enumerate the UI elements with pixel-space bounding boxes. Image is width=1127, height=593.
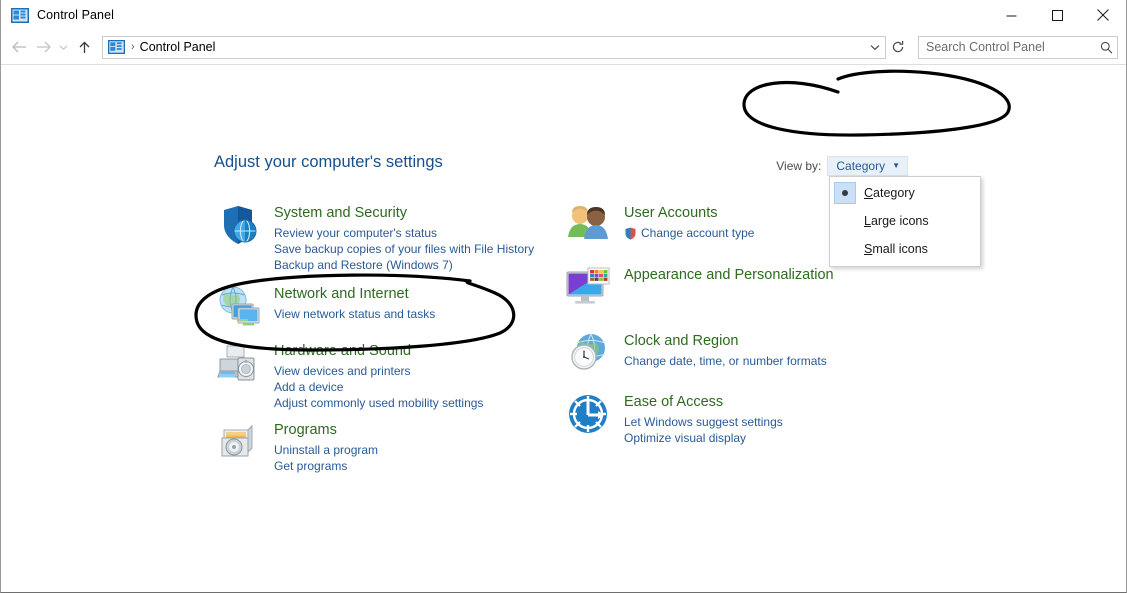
radio-empty-icon: [834, 210, 856, 232]
program-disc-icon: [214, 418, 262, 466]
navigation-bar: › Control Panel: [1, 30, 1126, 64]
category-title[interactable]: Appearance and Personalization: [624, 266, 834, 285]
search-box[interactable]: [918, 35, 1118, 59]
category-system-and-security: System and Security Review your computer…: [214, 201, 544, 273]
forward-arrow-icon[interactable]: [31, 35, 55, 59]
category-body: Network and Internet View network status…: [274, 282, 435, 322]
view-by-dropdown-menu[interactable]: Category Large icons Small icons: [829, 176, 981, 267]
category-title[interactable]: User Accounts: [624, 204, 754, 223]
search-input[interactable]: [919, 40, 1095, 54]
category-body: Ease of Access Let Windows suggest setti…: [624, 390, 783, 446]
category-link-text: Change account type: [641, 226, 755, 240]
category-body: Clock and Region Change date, time, or n…: [624, 329, 827, 369]
category-title[interactable]: Clock and Region: [624, 332, 827, 351]
view-by-control: View by: Category ▼: [776, 156, 908, 176]
category-link[interactable]: Adjust commonly used mobility settings: [274, 395, 483, 411]
breadcrumb-control-panel[interactable]: Control Panel: [140, 40, 216, 54]
close-icon[interactable]: [1080, 0, 1126, 30]
category-link[interactable]: Review your computer's status: [274, 225, 534, 241]
view-by-option-category[interactable]: Category: [830, 179, 980, 207]
up-arrow-icon[interactable]: [72, 35, 96, 59]
window-title: Control Panel: [37, 8, 115, 22]
radio-selected-icon: [834, 182, 856, 204]
view-by-option-large-icons[interactable]: Large icons: [830, 207, 980, 235]
address-bar-controls: [864, 37, 885, 58]
view-by-button[interactable]: Category ▼: [827, 156, 908, 176]
category-title[interactable]: Programs: [274, 421, 378, 440]
control-panel-icon: [108, 40, 125, 54]
view-by-option-small-icons[interactable]: Small icons: [830, 235, 980, 263]
category-link[interactable]: View network status and tasks: [274, 306, 435, 322]
view-by-value: Category: [836, 159, 886, 173]
recent-locations-chevron-icon[interactable]: [55, 35, 72, 59]
category-hardware-and-sound: Hardware and Sound View devices and prin…: [214, 339, 544, 411]
chevron-down-icon: ▼: [892, 161, 900, 170]
maximize-icon[interactable]: [1034, 0, 1080, 30]
refresh-icon[interactable]: [886, 35, 910, 59]
ease-of-access-icon: [564, 390, 612, 438]
category-link[interactable]: Uninstall a program: [274, 442, 378, 458]
view-by-option-label: Small icons: [864, 242, 928, 256]
category-title[interactable]: Ease of Access: [624, 393, 783, 412]
category-programs: Programs Uninstall a program Get program…: [214, 418, 544, 474]
view-by-option-label: Large icons: [864, 214, 929, 228]
category-body: User Accounts Change account type: [624, 201, 754, 241]
category-body: Programs Uninstall a program Get program…: [274, 418, 378, 474]
category-link[interactable]: View devices and printers: [274, 363, 483, 379]
chevron-down-icon[interactable]: [864, 37, 885, 58]
globe-clock-icon: [564, 329, 612, 377]
content-area: Adjust your computer's settings View by:…: [1, 65, 1126, 592]
back-arrow-icon[interactable]: [7, 35, 31, 59]
category-link[interactable]: Change date, time, or number formats: [624, 353, 827, 369]
category-clock-and-region: Clock and Region Change date, time, or n…: [564, 329, 894, 377]
category-appearance-and-personalization: Appearance and Personalization: [564, 263, 894, 311]
minimize-icon[interactable]: [988, 0, 1034, 30]
control-panel-icon: [11, 7, 29, 23]
category-body: System and Security Review your computer…: [274, 201, 534, 273]
category-network-and-internet: Network and Internet View network status…: [214, 282, 544, 330]
category-title[interactable]: System and Security: [274, 204, 534, 223]
category-body: Appearance and Personalization: [624, 263, 834, 287]
control-panel-window: Control Panel › Control Panel Search Con…: [0, 0, 1127, 593]
caption-button-group: [988, 0, 1126, 30]
title-bar: Control Panel: [1, 0, 1126, 30]
address-bar[interactable]: › Control Panel: [102, 35, 886, 59]
category-title[interactable]: Network and Internet: [274, 285, 435, 304]
printer-speaker-icon: [214, 339, 262, 387]
breadcrumb-separator: ›: [131, 40, 135, 53]
category-title[interactable]: Hardware and Sound: [274, 342, 483, 361]
left-column: System and Security Review your computer…: [214, 201, 544, 480]
category-link[interactable]: Save backup copies of your files with Fi…: [274, 241, 534, 257]
globe-monitors-icon: [214, 282, 262, 330]
search-icon[interactable]: [1095, 41, 1117, 54]
category-link[interactable]: Let Windows suggest settings: [624, 414, 783, 430]
category-link[interactable]: Optimize visual display: [624, 430, 783, 446]
category-link[interactable]: Add a device: [274, 379, 483, 395]
page-title: Adjust your computer's settings: [214, 153, 443, 171]
view-by-label: View by:: [776, 159, 822, 173]
radio-empty-icon: [834, 238, 856, 260]
view-by-option-label: Category: [864, 186, 915, 200]
category-link[interactable]: Backup and Restore (Windows 7): [274, 257, 534, 273]
uac-shield-icon: [624, 227, 637, 240]
two-users-icon: [564, 201, 612, 249]
category-link[interactable]: Get programs: [274, 458, 378, 474]
shield-globe-icon: [214, 201, 262, 249]
category-body: Hardware and Sound View devices and prin…: [274, 339, 483, 411]
category-ease-of-access: Ease of Access Let Windows suggest setti…: [564, 390, 894, 446]
monitor-palette-icon: [564, 263, 612, 311]
category-link[interactable]: Change account type: [624, 225, 754, 241]
